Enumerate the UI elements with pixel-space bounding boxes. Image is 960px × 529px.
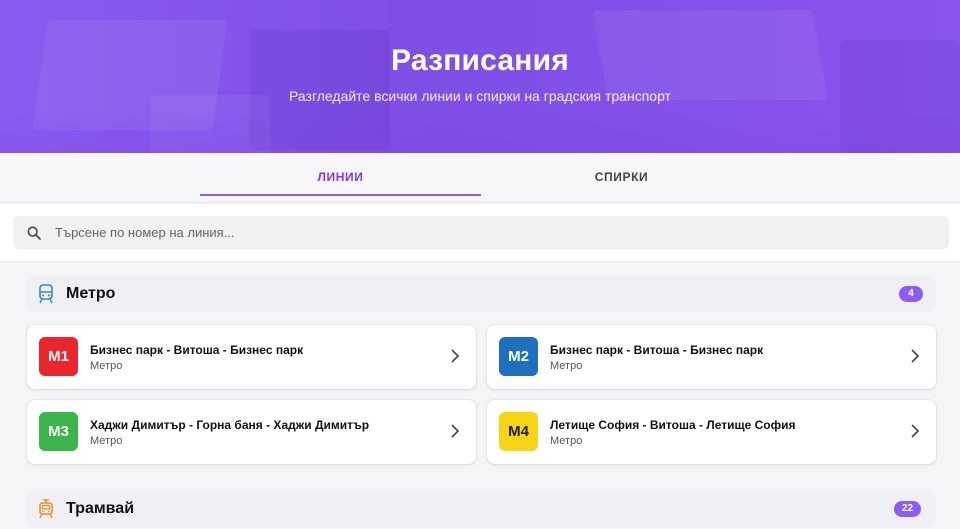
section-header-metro[interactable]: Метро 4: [26, 276, 936, 312]
line-badge: M3: [39, 412, 78, 451]
section-title: Трамвай: [66, 500, 135, 517]
tab-lines[interactable]: ЛИНИИ: [200, 153, 481, 197]
line-card-m4[interactable]: M4 Летище София - Витоша - Летище София …: [487, 400, 936, 464]
tab-bar: ЛИНИИ СПИРКИ: [0, 153, 960, 203]
line-badge: M1: [39, 337, 78, 376]
active-tab-indicator: [200, 194, 481, 196]
metro-icon: [39, 284, 53, 304]
hero-background-shade: [0, 110, 960, 153]
line-route: Бизнес парк - Витоша - Бизнес парк: [90, 343, 304, 357]
line-type: Метро: [550, 360, 583, 372]
line-count-badge: 22: [894, 501, 922, 517]
line-route: Бизнес парк - Витоша - Бизнес парк: [550, 343, 764, 357]
line-badge: M2: [499, 337, 538, 376]
chevron-right-icon: [451, 424, 460, 438]
page-subtitle: Разгледайте всички линии и спирки на гра…: [289, 88, 671, 104]
search-icon: [27, 226, 41, 240]
tab-stops[interactable]: СПИРКИ: [481, 153, 762, 197]
line-card-m1[interactable]: M1 Бизнес парк - Витоша - Бизнес парк Ме…: [27, 325, 476, 389]
line-card-m3[interactable]: M3 Хаджи Димитър - Горна баня - Хаджи Ди…: [27, 400, 476, 464]
chevron-right-icon: [451, 349, 460, 363]
hero-banner: Разписания Разгледайте всички линии и сп…: [0, 0, 960, 153]
section-header-tram[interactable]: Трамвай 22: [26, 491, 936, 527]
line-badge: M4: [499, 412, 538, 451]
chevron-right-icon: [911, 349, 920, 363]
line-route: Летище София - Витоша - Летище София: [550, 418, 796, 432]
line-type: Метро: [550, 435, 583, 447]
page-title: Разписания: [391, 44, 569, 77]
line-type: Метро: [90, 435, 123, 447]
line-card-m2[interactable]: M2 Бизнес парк - Витоша - Бизнес парк Ме…: [487, 325, 936, 389]
chevron-right-icon: [911, 424, 920, 438]
tram-icon: [39, 499, 53, 519]
line-type: Метро: [90, 360, 123, 372]
line-count-badge: 4: [899, 286, 923, 302]
search-box[interactable]: [13, 216, 949, 249]
search-input[interactable]: [55, 225, 915, 240]
line-route: Хаджи Димитър - Горна баня - Хаджи Димит…: [90, 418, 370, 432]
search-bar: [0, 204, 960, 262]
section-title: Метро: [66, 285, 116, 302]
